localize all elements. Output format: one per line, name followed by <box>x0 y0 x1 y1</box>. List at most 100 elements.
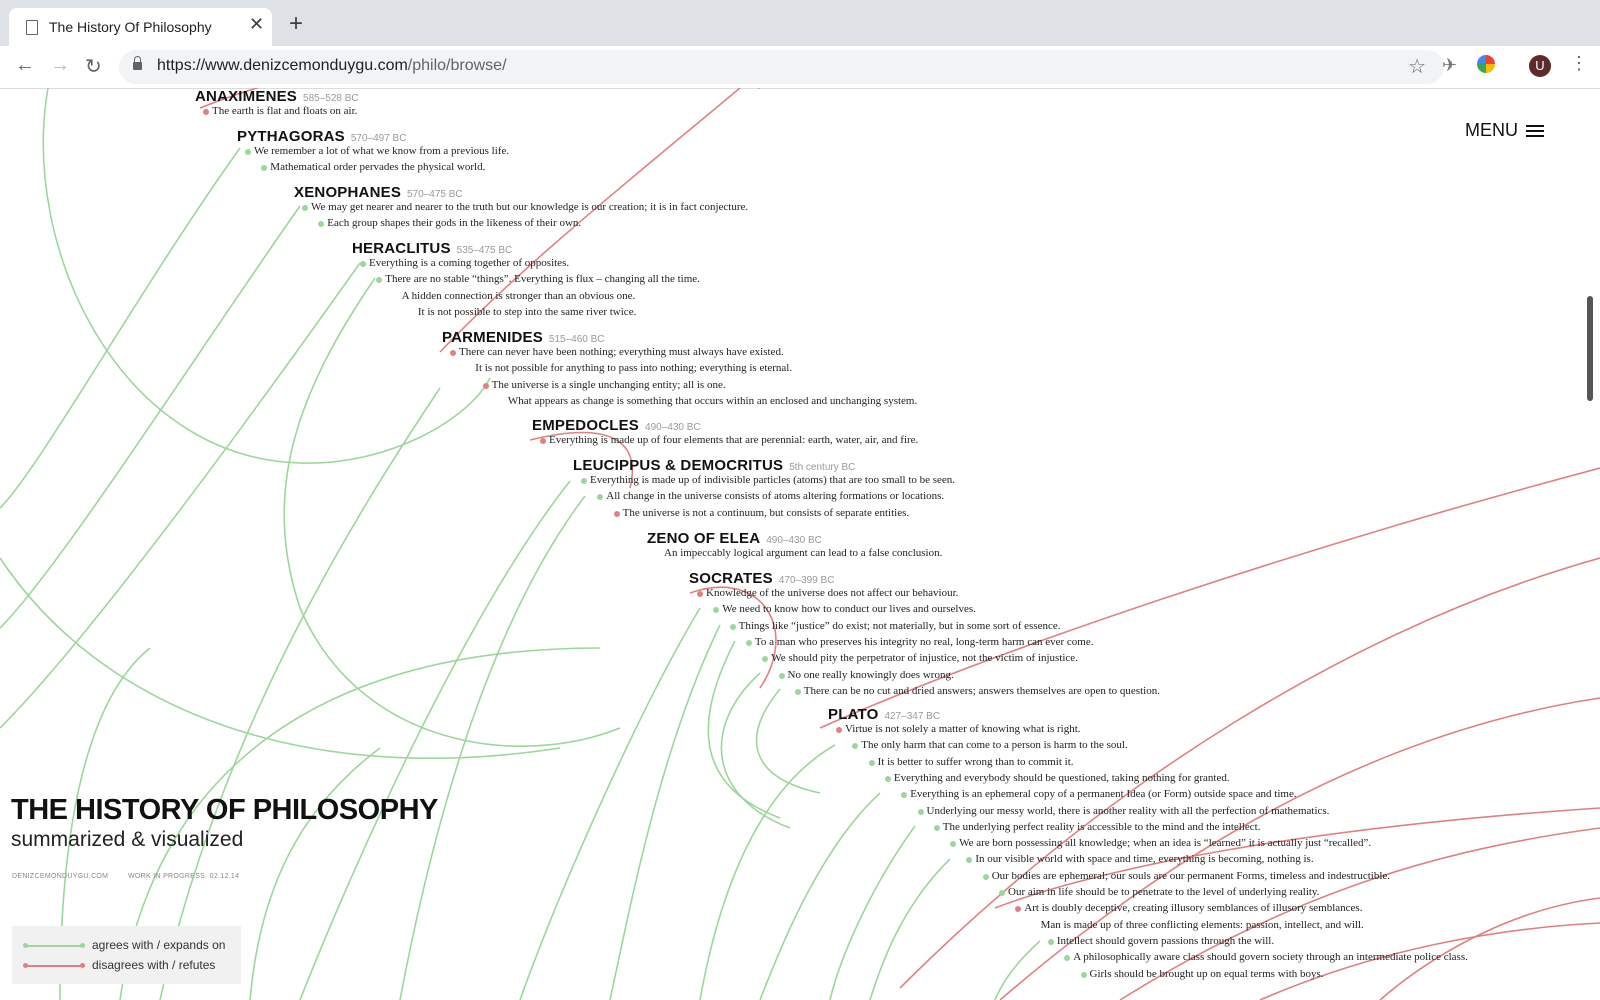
page-viewport: ANAXIMENES 585–528 BC The earth is flat an… <box>0 88 1600 1000</box>
philosopher-5[interactable]: EMPEDOCLES 490–430 BC <box>532 417 701 435</box>
philosopher-6[interactable]: LEUCIPPUS & DEMOCRITUS 5th century BC <box>573 457 855 475</box>
idea-item[interactable]: There are no stable “things”. Everything… <box>385 273 700 285</box>
idea-item[interactable]: Everything is made up of indivisible par… <box>590 474 955 486</box>
agree-dot <box>917 808 924 815</box>
idea-item[interactable]: It is better to suffer wrong than to com… <box>878 756 1074 768</box>
site-credit[interactable]: DENIZCEMONDUYGU.COM <box>12 873 108 880</box>
idea-item[interactable]: There can never have been nothing; every… <box>459 346 784 358</box>
idea-item[interactable]: An impeccably logical argument can lead … <box>664 547 942 559</box>
philosopher-name[interactable]: ANAXIMENES <box>195 88 297 105</box>
philosopher-4[interactable]: PARMENIDES 515–460 BC <box>442 329 605 347</box>
philosopher-8[interactable]: SOCRATES 470–399 BC <box>689 570 834 588</box>
philosopher-name[interactable]: LEUCIPPUS & DEMOCRITUS <box>573 457 783 474</box>
philosopher-name[interactable]: PARMENIDES <box>442 329 543 346</box>
idea-item[interactable]: Everything is a coming together of oppos… <box>369 257 569 269</box>
extension-shield-icon[interactable] <box>1477 55 1495 73</box>
agree-dot <box>794 688 801 695</box>
philosopher-name[interactable]: EMPEDOCLES <box>532 417 639 434</box>
idea-item[interactable]: No one really knowingly does wrong. <box>788 669 954 681</box>
legend-agrees-label: agrees with / expands on <box>92 938 226 952</box>
agree-dot <box>360 261 366 267</box>
idea-item[interactable]: We need to know how to conduct our lives… <box>722 603 976 615</box>
disagree-dot <box>450 350 456 356</box>
idea-item[interactable]: The universe is a single unchanging enti… <box>492 379 726 391</box>
idea-item[interactable]: There can be no cut and dried answers; a… <box>804 685 1160 697</box>
address-bar[interactable]: https://www.denizcemonduygu.com/philo/br… <box>119 50 1444 84</box>
philosopher-name[interactable]: HERACLITUS <box>352 240 451 257</box>
back-icon[interactable]: ← <box>15 54 35 77</box>
idea-item[interactable]: Girls should be brought up on equal term… <box>1090 968 1324 980</box>
philosopher-name[interactable]: PYTHAGORAS <box>237 128 345 145</box>
idea-item[interactable]: Everything is an ephemeral copy of a per… <box>910 788 1296 800</box>
idea-item[interactable]: To a man who preserves his integrity no … <box>755 636 1094 648</box>
tab-strip: The History Of Philosophy ✕ + <box>0 0 1600 46</box>
idea-item[interactable]: Knowledge of the universe does not affec… <box>706 587 958 599</box>
idea-item[interactable]: Virtue is not solely a matter of knowing… <box>845 723 1081 735</box>
extension-bird-icon[interactable]: ✈ <box>1442 55 1457 76</box>
agree-line-icon <box>23 942 85 948</box>
disagree-dot <box>482 382 489 389</box>
site-status: WORK IN PROGRESS. 02.12.14 <box>128 873 240 880</box>
philosopher-name[interactable]: SOCRATES <box>689 570 773 587</box>
legend-agrees: agrees with / expands on <box>23 938 226 952</box>
idea-item[interactable]: A philosophically aware class should gov… <box>1073 951 1468 963</box>
reload-icon[interactable]: ↻ <box>85 54 102 79</box>
idea-item[interactable]: A hidden connection is stronger than an … <box>402 290 636 302</box>
idea-item[interactable]: Our aim in life should be to penetrate t… <box>1008 886 1319 898</box>
idea-item[interactable]: We may get nearer and nearer to the trut… <box>311 201 748 213</box>
close-tab-icon[interactable]: ✕ <box>249 14 264 35</box>
disagree-dot <box>697 591 703 597</box>
idea-item[interactable]: Things like “justice” do exist; not mate… <box>739 620 1061 632</box>
url-text[interactable]: https://www.denizcemonduygu.com/philo/br… <box>157 57 507 75</box>
philosopher-3[interactable]: HERACLITUS 535–475 BC <box>352 240 512 258</box>
idea-item[interactable]: Mathematical order pervades the physical… <box>270 161 485 173</box>
agree-dot <box>778 672 785 679</box>
idea-item[interactable]: Art is doubly deceptive, creating illuso… <box>1024 902 1362 914</box>
philosopher-dates: 585–528 BC <box>303 93 359 104</box>
idea-item[interactable]: In our visible world with space and time… <box>975 853 1313 865</box>
idea-item[interactable]: We are born possessing all knowledge; wh… <box>959 837 1371 849</box>
philosopher-name[interactable]: ZENO OF ELEA <box>647 530 760 547</box>
scrollbar-thumb[interactable] <box>1587 296 1593 401</box>
disagree-dot <box>613 510 620 517</box>
philosopher-name[interactable]: XENOPHANES <box>294 184 401 201</box>
bookmark-star-icon[interactable]: ☆ <box>1408 54 1426 79</box>
philosopher-0[interactable]: ANAXIMENES 585–528 BC <box>195 88 359 106</box>
idea-item[interactable]: Each group shapes their gods in the like… <box>327 217 581 229</box>
idea-item[interactable]: Man is made up of three conflicting elem… <box>1041 919 1364 931</box>
browser-menu-icon[interactable]: ⋮ <box>1570 53 1588 74</box>
idea-item[interactable]: Intellect should govern passions through… <box>1057 935 1274 947</box>
philosopher-name[interactable]: PLATO <box>828 706 878 723</box>
idea-item[interactable]: It is not possible for anything to pass … <box>475 362 792 374</box>
idea-item[interactable]: We remember a lot of what we know from a… <box>254 145 509 157</box>
philosopher-9[interactable]: PLATO 427–347 BC <box>828 706 940 724</box>
browser-tab[interactable]: The History Of Philosophy ✕ <box>9 8 272 46</box>
idea-item[interactable]: The underlying perfect reality is access… <box>943 821 1261 833</box>
philosopher-1[interactable]: PYTHAGORAS 570–497 BC <box>237 128 406 146</box>
idea-item[interactable]: Everything is made up of four elements t… <box>549 434 918 446</box>
idea-item[interactable]: The universe is not a continuum, but con… <box>623 507 910 519</box>
browser-toolbar: ← → ↻ https://www.denizcemonduygu.com/ph… <box>0 46 1600 89</box>
agree-dot <box>245 149 251 155</box>
idea-item[interactable]: The earth is flat and floats on air. <box>212 105 357 117</box>
profile-avatar[interactable]: U <box>1529 55 1551 77</box>
agree-dot <box>868 759 875 766</box>
tab-title: The History Of Philosophy <box>49 19 212 35</box>
agree-dot <box>581 478 587 484</box>
idea-item[interactable]: The only harm that can come to a person … <box>861 739 1127 751</box>
idea-item[interactable]: What appears as change is something that… <box>508 395 917 407</box>
idea-item[interactable]: Everything and everybody should be quest… <box>894 772 1230 784</box>
idea-item[interactable]: We should pity the perpetrator of injust… <box>771 652 1078 664</box>
idea-item[interactable]: Underlying our messy world, there is ano… <box>927 805 1330 817</box>
idea-item[interactable]: It is not possible to step into the same… <box>418 306 636 318</box>
philosopher-dates: 490–430 BC <box>766 535 822 546</box>
agree-dot <box>302 205 308 211</box>
philosopher-2[interactable]: XENOPHANES 570–475 BC <box>294 184 463 202</box>
philosopher-7[interactable]: ZENO OF ELEA 490–430 BC <box>647 530 822 548</box>
menu-button[interactable]: MENU <box>1465 120 1544 141</box>
new-tab-icon[interactable]: + <box>289 12 303 36</box>
idea-item[interactable]: Our bodies are ephemeral; our souls are … <box>992 870 1390 882</box>
idea-item[interactable]: All change in the universe consists of a… <box>606 490 944 502</box>
forward-icon[interactable]: → <box>50 54 70 77</box>
legend-disagrees: disagrees with / refutes <box>23 958 215 972</box>
